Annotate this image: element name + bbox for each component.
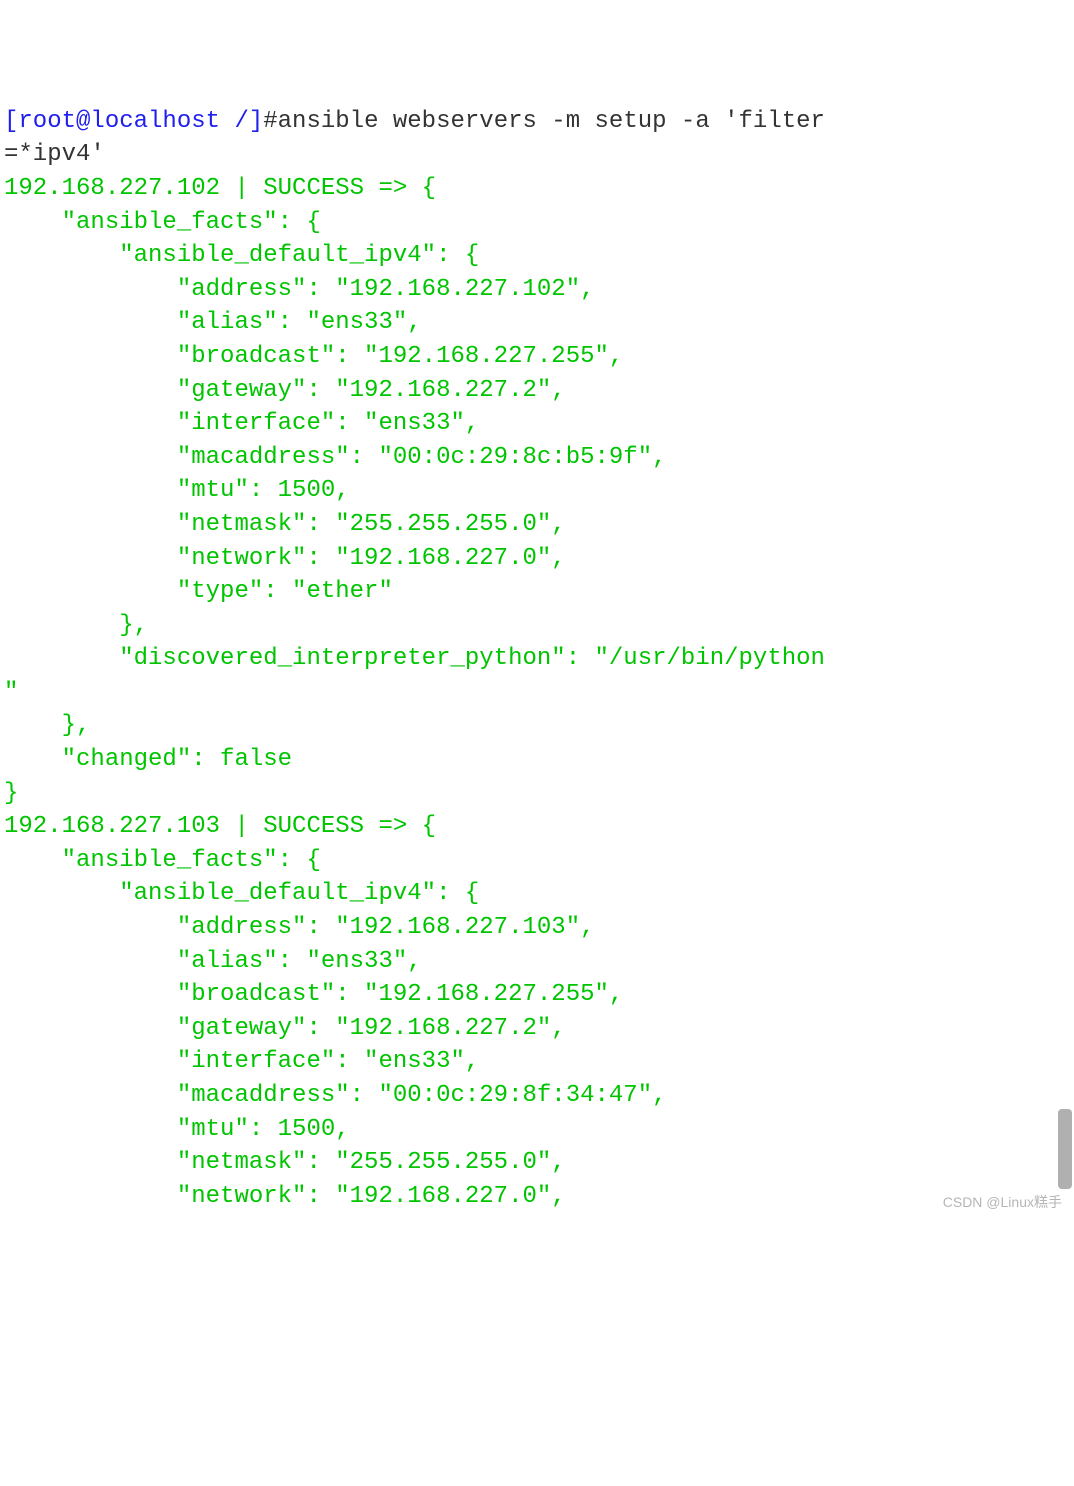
watermark-text: CSDN @Linux糕手 bbox=[943, 1193, 1062, 1213]
ansible-json-output: 192.168.227.102 | SUCCESS => { "ansible_… bbox=[4, 175, 825, 1210]
prompt-hash: # bbox=[263, 108, 277, 135]
prompt-userhost: [root@localhost /] bbox=[4, 108, 263, 135]
scrollbar-thumb[interactable] bbox=[1058, 1109, 1072, 1189]
terminal-output[interactable]: [root@localhost /]#ansible webservers -m… bbox=[4, 105, 1070, 1214]
